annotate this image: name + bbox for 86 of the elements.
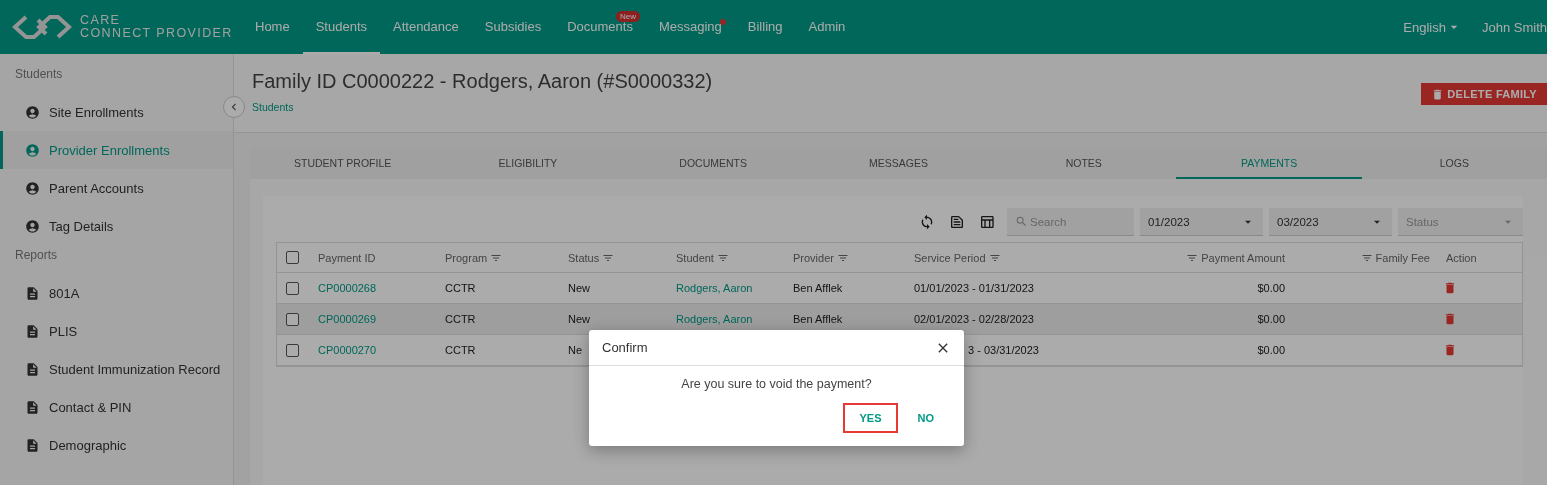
language-dropdown[interactable]: English [1403, 19, 1462, 35]
nav-link[interactable]: Subsidies [471, 0, 555, 54]
column-header: Payment ID [318, 251, 376, 264]
document-icon [25, 399, 40, 415]
section-title: Reports [14, 247, 59, 264]
table-cell: Ben Afflek [793, 282, 843, 294]
from-month-dropdown[interactable]: 01/2023 [1140, 208, 1263, 236]
table-cell: Ben Afflek [793, 313, 843, 325]
nav-link[interactable]: Billing [734, 0, 796, 54]
new-badge: New [615, 11, 640, 22]
column-header: Payment Amount [1201, 251, 1285, 264]
logo-icon [12, 14, 72, 40]
user-name[interactable]: John Smith [1481, 19, 1547, 35]
column-header: Action [1446, 251, 1477, 264]
nav-link[interactable]: Messaging [645, 0, 735, 54]
nav-link[interactable]: Attendance [380, 0, 472, 54]
nav-link[interactable]: Home [242, 0, 303, 54]
sidebar-item[interactable]: 801A [0, 274, 233, 312]
payment-id-link[interactable]: CP0000268 [318, 282, 377, 294]
trash-icon [1443, 281, 1457, 295]
tab[interactable]: STUDENT PROFILE [250, 148, 436, 179]
tab[interactable]: DOCUMENTS [620, 148, 806, 179]
table-cell: CCTR [445, 313, 476, 325]
nav-link[interactable]: Documents New [554, 0, 646, 54]
table-cell: Ne [568, 344, 583, 356]
sidebar-item[interactable]: Contact & PIN [0, 388, 233, 426]
row-checkbox[interactable] [286, 312, 299, 326]
delete-family-button[interactable]: DELETE FAMILY [1421, 83, 1547, 105]
collapse-button[interactable] [223, 96, 245, 118]
column-header: Program [445, 251, 488, 264]
table-cell: 01/01/2023 - 01/31/2023 [914, 282, 1034, 294]
table-cell: 02/01/2023 - 02/28/2023 [914, 313, 1034, 325]
tab[interactable]: ELIGIBILITY [435, 148, 621, 179]
payment-id-link[interactable]: CP0000269 [318, 313, 377, 325]
to-month-dropdown[interactable]: 03/2023 [1269, 208, 1392, 236]
tab[interactable]: NOTES [991, 148, 1177, 179]
trash-icon [1443, 312, 1457, 326]
table-cell: CCTR [445, 282, 476, 294]
breadcrumb-link[interactable]: Students [252, 101, 713, 113]
tab[interactable]: LOGS [1361, 148, 1547, 179]
document-icon [25, 437, 40, 453]
search-field[interactable]: Search [1007, 208, 1134, 236]
person-icon [25, 218, 40, 234]
column-header: Status [568, 251, 600, 264]
document-icon [25, 323, 40, 339]
table-cell: New [568, 313, 590, 325]
dialog-button[interactable]: YES [843, 403, 898, 433]
logo-text: CONNECT PROVIDER [80, 27, 233, 40]
row-checkbox[interactable] [286, 281, 299, 295]
table-cell: 3 - 03/31/2023 [968, 344, 1039, 356]
search-icon [1015, 215, 1028, 228]
row-checkbox[interactable] [286, 343, 299, 357]
student-link[interactable]: Rodgers, Aaron [676, 313, 753, 325]
person-icon [25, 104, 40, 120]
logo-text: CARE [80, 14, 122, 27]
section-title: Students [14, 66, 64, 83]
sidebar-item[interactable]: Parent Accounts [0, 169, 233, 207]
table-cell: $0.00 [1257, 282, 1285, 294]
tab[interactable]: PAYMENTS [1176, 148, 1362, 179]
person-icon [25, 180, 40, 196]
column-header: Provider [793, 251, 834, 264]
column-header: Student [676, 251, 714, 264]
document-icon [25, 285, 40, 301]
dialog-title: Confirm [602, 340, 648, 355]
table-cell: $0.00 [1257, 313, 1285, 325]
sidebar-item[interactable]: PLIS [0, 312, 233, 350]
dialog-message: Are you sure to void the payment? [680, 377, 873, 391]
student-link[interactable]: Rodgers, Aaron [676, 282, 753, 294]
table-cell: New [568, 282, 590, 294]
sidebar-item[interactable]: Demographic [0, 426, 233, 464]
person-icon [25, 142, 40, 158]
column-header: Family Fee [1375, 251, 1430, 264]
sidebar-item[interactable]: Tag Details [0, 207, 233, 245]
column-header: Service Period [914, 251, 986, 264]
trash-icon [1443, 343, 1457, 357]
sidebar-item[interactable]: Provider Enrollments [0, 131, 233, 169]
table-cell: $0.00 [1257, 344, 1285, 356]
document-icon [25, 361, 40, 377]
page-title: Family ID C0000222 - Rodgers, Aaron (#S0000332) [252, 70, 713, 93]
payment-id-link[interactable]: CP0000270 [318, 344, 377, 356]
status-dropdown[interactable]: Status [1398, 208, 1523, 236]
nav-link[interactable]: Admin [795, 0, 859, 54]
tab[interactable]: MESSAGES [805, 148, 992, 179]
sidebar-item[interactable]: Student Immunization Record [0, 350, 233, 388]
select-all-checkbox[interactable] [286, 251, 299, 264]
table-cell: CCTR [445, 344, 476, 356]
